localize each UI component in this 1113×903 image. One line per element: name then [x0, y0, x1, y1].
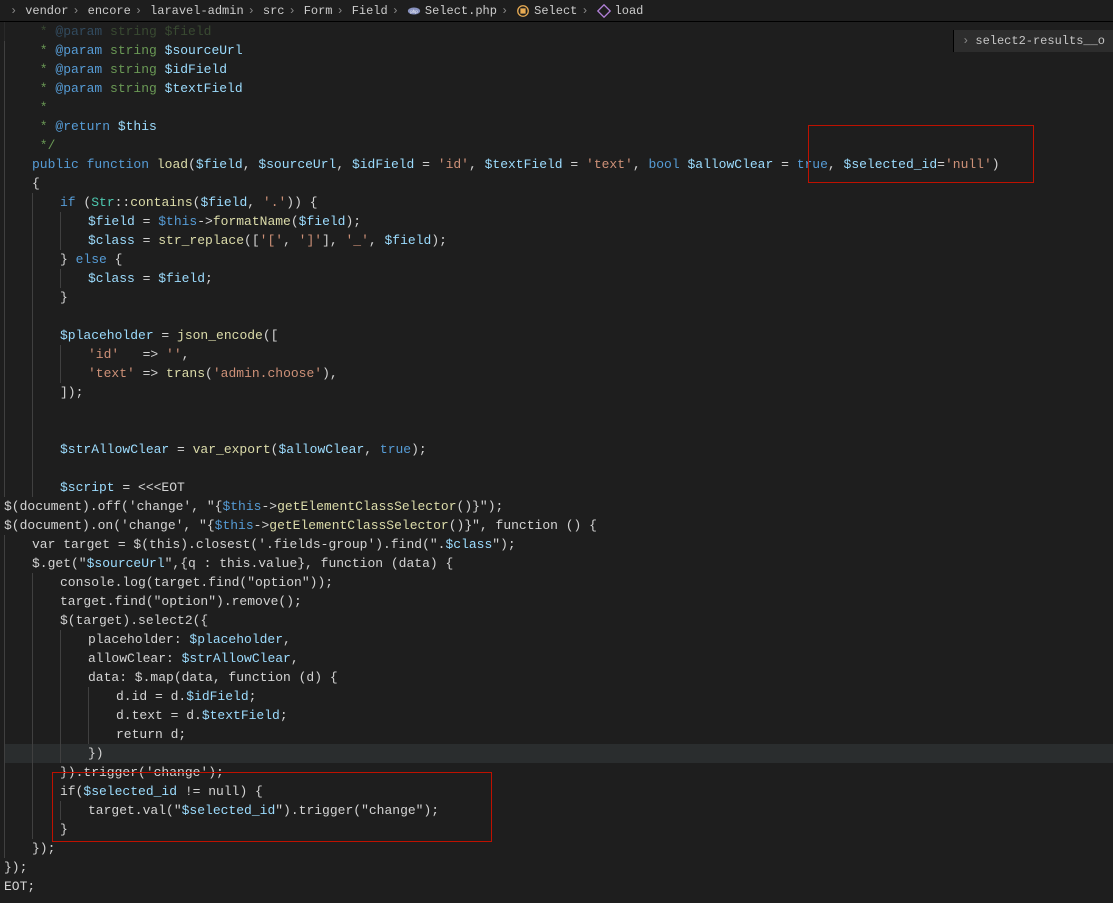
code-line: * @param string $idField [4, 60, 1113, 79]
code-line: $class = str_replace(['[', ']'], '_', $f… [4, 231, 1113, 250]
crumb-label: laravel-admin [150, 4, 244, 18]
code-line: d.text = d.$textField; [4, 706, 1113, 725]
code-line: data: $.map(data, function (d) { [4, 668, 1113, 687]
code-line: } [4, 288, 1113, 307]
crumb-label: src [263, 4, 285, 18]
code-line: public function load($field, $sourceUrl,… [4, 155, 1113, 174]
crumb-field[interactable]: › Field [333, 4, 388, 18]
crumb-label: Field [352, 4, 388, 18]
code-editor[interactable]: * @param string $field * @param string $… [0, 22, 1113, 903]
crumb-src[interactable]: › src [244, 4, 285, 18]
code-line: allowClear: $strAllowClear, [4, 649, 1113, 668]
code-line: var target = $(this).closest('.fields-gr… [4, 535, 1113, 554]
code-line: return d; [4, 725, 1113, 744]
crumb-vendor[interactable]: › vendor [6, 4, 68, 18]
code-line: $placeholder = json_encode([ [4, 326, 1113, 345]
code-line: 'text' => trans('admin.choose'), [4, 364, 1113, 383]
code-line: * @return $this [4, 117, 1113, 136]
code-line: $(target).select2({ [4, 611, 1113, 630]
crumb-label: load [615, 4, 644, 18]
crumb-load[interactable]: › load [577, 4, 643, 18]
code-line [4, 459, 1113, 478]
crumb-laravel-admin[interactable]: › laravel-admin [131, 4, 244, 18]
code-line: }); [4, 858, 1113, 877]
chevron-right-icon: › [248, 4, 255, 18]
crumb-select-php[interactable]: › php Select.php [388, 4, 497, 18]
code-line: ]); [4, 383, 1113, 402]
code-line [4, 421, 1113, 440]
code-line: { [4, 174, 1113, 193]
code-line: */ [4, 136, 1113, 155]
code-line: $.get("$sourceUrl",{q : this.value}, fun… [4, 554, 1113, 573]
code-line: EOT; [4, 877, 1113, 896]
code-line: $field = $this->formatName($field); [4, 212, 1113, 231]
code-line: target.val("$selected_id").trigger("chan… [4, 801, 1113, 820]
crumb-label: Select [534, 4, 577, 18]
code-line: * @param string $textField [4, 79, 1113, 98]
chevron-right-icon: › [501, 4, 508, 18]
code-line: $script = <<<EOT [4, 478, 1113, 497]
code-line: } else { [4, 250, 1113, 269]
code-line: console.log(target.find("option")); [4, 573, 1113, 592]
chevron-right-icon: › [288, 4, 295, 18]
crumb-label: encore [88, 4, 131, 18]
code-line: * @param string $field [4, 22, 1113, 41]
crumb-form[interactable]: › Form [284, 4, 332, 18]
code-line: target.find("option").remove(); [4, 592, 1113, 611]
code-line [4, 307, 1113, 326]
code-line: $(document).on('change', "{$this->getEle… [4, 516, 1113, 535]
crumb-label: vendor [25, 4, 68, 18]
code-line: d.id = d.$idField; [4, 687, 1113, 706]
code-line: $strAllowClear = var_export($allowClear,… [4, 440, 1113, 459]
crumb-label: Form [304, 4, 333, 18]
code-line: if (Str::contains($field, '.')) { [4, 193, 1113, 212]
breadcrumb: ›vendor›encore›laravel-admin›src›Form›Fi… [0, 0, 1113, 22]
code-line: } [4, 820, 1113, 839]
php-icon: php [407, 4, 421, 18]
code-line: }).trigger('change'); [4, 763, 1113, 782]
chevron-right-icon: › [10, 4, 17, 18]
crumb-encore[interactable]: › encore [68, 4, 130, 18]
code-line: if($selected_id != null) { [4, 782, 1113, 801]
code-line [4, 402, 1113, 421]
method-icon [597, 4, 611, 18]
svg-text:php: php [410, 8, 418, 13]
code-line: }) [4, 744, 1113, 763]
chevron-right-icon: › [135, 4, 142, 18]
code-line: $class = $field; [4, 269, 1113, 288]
chevron-right-icon: › [72, 4, 79, 18]
code-line: }); [4, 839, 1113, 858]
code-line: 'id' => '', [4, 345, 1113, 364]
crumb-label: Select.php [425, 4, 497, 18]
class-icon [516, 4, 530, 18]
code-line: * [4, 98, 1113, 117]
code-line: $(document).off('change', "{$this->getEl… [4, 497, 1113, 516]
chevron-right-icon: › [337, 4, 344, 18]
chevron-right-icon: › [392, 4, 399, 18]
code-line: * @param string $sourceUrl [4, 41, 1113, 60]
chevron-right-icon: › [581, 4, 588, 18]
crumb-select[interactable]: › Select [497, 4, 577, 18]
code-line: placeholder: $placeholder, [4, 630, 1113, 649]
